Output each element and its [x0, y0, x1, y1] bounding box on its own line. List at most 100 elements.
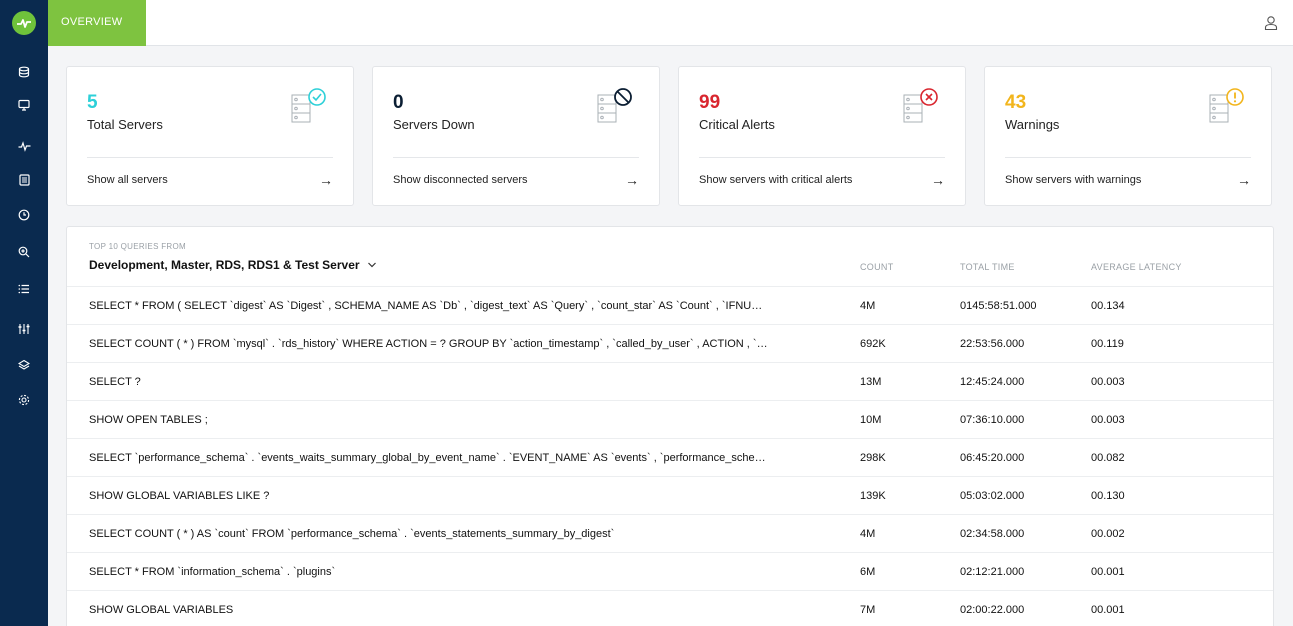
card-value: 99: [699, 92, 721, 113]
table-row[interactable]: SHOW OPEN TABLES ; 10M 07:36:10.000 00.0…: [67, 400, 1273, 438]
nav-query-analysis[interactable]: [0, 240, 48, 264]
divider: [1005, 157, 1251, 158]
show-critical-alerts-link[interactable]: Show servers with critical alerts →: [699, 163, 945, 197]
document-icon: [18, 174, 30, 186]
table-row[interactable]: SHOW GLOBAL VARIABLES 7M 02:00:22.000 00…: [67, 590, 1273, 626]
query-count: 139K: [860, 489, 886, 502]
query-total-time: 02:00:22.000: [960, 603, 1025, 616]
monitor-icon: [18, 99, 30, 111]
query-average-latency: 00.119: [1091, 337, 1124, 350]
nav-settings[interactable]: [0, 388, 48, 412]
card-value: 5: [87, 92, 98, 113]
query-text: SELECT * FROM `information_schema` . `pl…: [89, 565, 336, 578]
query-average-latency: 00.001: [1091, 565, 1125, 578]
link-label: Show servers with warnings: [1005, 174, 1142, 186]
pulse-logo-icon: [12, 11, 36, 35]
query-text: SELECT COUNT ( * ) AS `count` FROM `perf…: [89, 527, 615, 540]
query-count: 13M: [860, 375, 882, 388]
table-row[interactable]: SELECT ? 13M 12:45:24.000 00.003: [67, 362, 1273, 400]
nav-database[interactable]: [0, 60, 48, 84]
nav-configuration[interactable]: [0, 317, 48, 341]
nav-monitor[interactable]: [0, 93, 48, 117]
query-text: SELECT * FROM ( SELECT `digest` AS `Dige…: [89, 299, 763, 312]
divider: [393, 157, 639, 158]
panel-subtitle: TOP 10 QUERIES FROM: [89, 242, 186, 251]
query-total-time: 07:36:10.000: [960, 413, 1025, 426]
query-count: 4M: [860, 527, 876, 540]
nav-reports[interactable]: [0, 168, 48, 192]
link-label: Show servers with critical alerts: [699, 174, 853, 186]
top-queries-panel: TOP 10 QUERIES FROM Development, Master,…: [66, 226, 1274, 626]
warnings-card: 43 Warnings Show servers with warnings →: [984, 66, 1272, 206]
arrow-right-icon: →: [319, 172, 333, 188]
query-text: SELECT `performance_schema` . `events_wa…: [89, 451, 766, 464]
settings-icon: [18, 394, 30, 406]
query-count: 10M: [860, 413, 882, 426]
query-text: SELECT COUNT ( * ) FROM `mysql` . `rds_h…: [89, 337, 768, 350]
link-label: Show disconnected servers: [393, 174, 528, 186]
user-icon[interactable]: [1263, 15, 1279, 31]
server-warning-icon: [1209, 88, 1244, 123]
nav-list[interactable]: [0, 277, 48, 301]
query-average-latency: 00.134: [1091, 299, 1125, 312]
table-row[interactable]: SELECT COUNT ( * ) FROM `mysql` . `rds_h…: [67, 324, 1273, 362]
query-total-time: 02:34:58.000: [960, 527, 1025, 540]
table-row[interactable]: SELECT * FROM ( SELECT `digest` AS `Dige…: [67, 286, 1273, 324]
card-label: Critical Alerts: [699, 117, 775, 132]
query-total-time: 06:45:20.000: [960, 451, 1025, 464]
arrow-right-icon: →: [625, 172, 639, 188]
query-count: 7M: [860, 603, 876, 616]
query-text: SHOW GLOBAL VARIABLES: [89, 603, 234, 616]
nav-layers[interactable]: [0, 353, 48, 377]
query-average-latency: 00.002: [1091, 527, 1125, 540]
database-icon: [18, 66, 30, 78]
table-row[interactable]: SELECT * FROM `information_schema` . `pl…: [67, 552, 1273, 590]
list-icon: [18, 284, 29, 294]
logo[interactable]: [0, 0, 48, 46]
top-bar: OVERVIEW: [48, 0, 1293, 46]
query-total-time: 02:12:21.000: [960, 565, 1025, 578]
query-count: 6M: [860, 565, 876, 578]
show-warnings-link[interactable]: Show servers with warnings →: [1005, 163, 1251, 197]
query-total-time: 22:53:56.000: [960, 337, 1025, 350]
server-selector[interactable]: Development, Master, RDS, RDS1 & Test Se…: [89, 258, 377, 272]
query-count: 4M: [860, 299, 876, 312]
server-check-icon: [291, 88, 326, 123]
critical-alerts-card: 99 Critical Alerts Show servers with cri…: [678, 66, 966, 206]
query-average-latency: 00.001: [1091, 603, 1125, 616]
query-average-latency: 00.130: [1091, 489, 1125, 502]
column-header-count[interactable]: COUNT: [860, 262, 894, 272]
sidebar: [0, 0, 48, 626]
arrow-right-icon: →: [1237, 172, 1251, 188]
query-average-latency: 00.003: [1091, 375, 1125, 388]
server-error-icon: [903, 88, 938, 123]
query-count: 692K: [860, 337, 886, 350]
table-row[interactable]: SELECT `performance_schema` . `events_wa…: [67, 438, 1273, 476]
total-servers-card: 5 Total Servers Show all servers →: [66, 66, 354, 206]
query-total-time: 0145:58:51.000: [960, 299, 1037, 312]
nav-history[interactable]: [0, 203, 48, 227]
table-row[interactable]: SHOW GLOBAL VARIABLES LIKE ? 139K 05:03:…: [67, 476, 1273, 514]
card-label: Total Servers: [87, 117, 163, 132]
sliders-icon: [18, 324, 30, 334]
servers-down-card: 0 Servers Down Show disconnected servers…: [372, 66, 660, 206]
zoom-icon: [18, 246, 30, 258]
layers-icon: [18, 359, 30, 370]
query-text: SHOW OPEN TABLES ;: [89, 413, 208, 426]
divider: [87, 157, 333, 158]
column-header-total-time[interactable]: TOTAL TIME: [960, 262, 1015, 272]
query-text: SHOW GLOBAL VARIABLES LIKE ?: [89, 489, 270, 502]
column-header-average-latency[interactable]: AVERAGE LATENCY: [1091, 262, 1182, 272]
link-label: Show all servers: [87, 174, 168, 186]
tab-overview[interactable]: OVERVIEW: [48, 0, 146, 46]
query-text: SELECT ?: [89, 375, 141, 388]
show-all-servers-link[interactable]: Show all servers →: [87, 163, 333, 197]
card-label: Warnings: [1005, 117, 1060, 132]
nav-activity[interactable]: [0, 134, 48, 158]
card-label: Servers Down: [393, 117, 475, 132]
table-row[interactable]: SELECT COUNT ( * ) AS `count` FROM `perf…: [67, 514, 1273, 552]
query-average-latency: 00.003: [1091, 413, 1125, 426]
show-disconnected-servers-link[interactable]: Show disconnected servers →: [393, 163, 639, 197]
divider: [699, 157, 945, 158]
query-count: 298K: [860, 451, 886, 464]
